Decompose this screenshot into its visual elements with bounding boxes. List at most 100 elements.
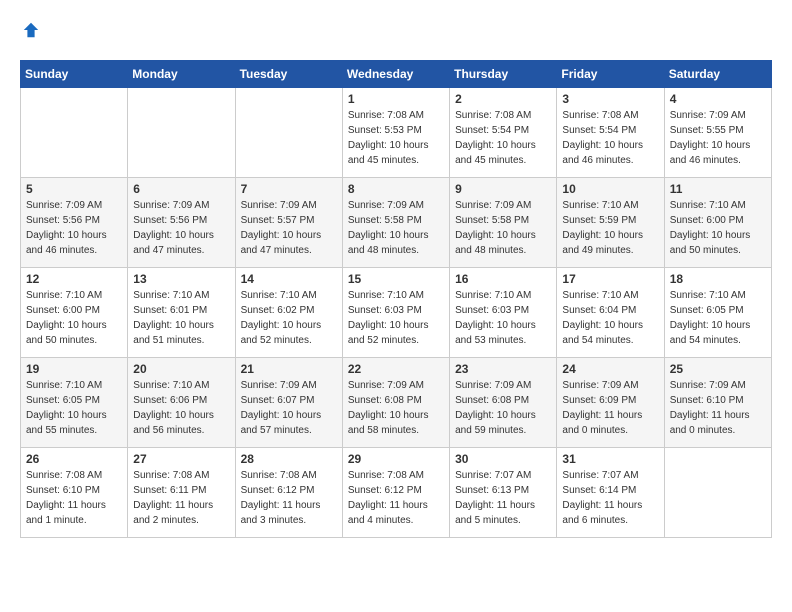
calendar-cell: 8 Sunrise: 7:09 AM Sunset: 5:58 PM Daylig…	[342, 178, 449, 268]
calendar-cell: 16Sunrise: 7:10 AM Sunset: 6:03 PM Dayli…	[450, 268, 557, 358]
calendar-cell: 9Sunrise: 7:09 AM Sunset: 5:58 PM Daylig…	[450, 178, 557, 268]
calendar-cell: 3 Sunrise: 7:08 AM Sunset: 5:54 PM Daylig…	[557, 88, 664, 178]
day-number: 19	[26, 362, 122, 376]
calendar-cell: 7 Sunrise: 7:09 AM Sunset: 5:57 PM Daylig…	[235, 178, 342, 268]
day-number: 22	[348, 362, 444, 376]
calendar-cell: 30Sunrise: 7:07 AM Sunset: 6:13 PM Dayli…	[450, 448, 557, 538]
day-info: Sunrise: 7:09 AM Sunset: 5:56 PM Dayligh…	[133, 198, 229, 258]
day-info: Sunrise: 7:10 AM Sunset: 6:03 PM Dayligh…	[348, 288, 444, 348]
calendar-table: SundayMondayTuesdayWednesdayThursdayFrid…	[20, 60, 772, 538]
day-number: 15	[348, 272, 444, 286]
day-info: Sunrise: 7:09 AM Sunset: 6:10 PM Dayligh…	[670, 378, 766, 438]
day-number: 14	[241, 272, 337, 286]
calendar-cell: 11 Sunrise: 7:10 AM Sunset: 6:00 PM Dayli…	[664, 178, 771, 268]
day-number: 2	[455, 92, 551, 106]
day-number: 31	[562, 452, 658, 466]
calendar-cell: 24 Sunrise: 7:09 AM Sunset: 6:09 PM Dayli…	[557, 358, 664, 448]
day-info: Sunrise: 7:10 AM Sunset: 6:00 PM Dayligh…	[670, 198, 766, 258]
calendar-cell: 31 Sunrise: 7:07 AM Sunset: 6:14 PM Dayli…	[557, 448, 664, 538]
calendar-cell: 23 Sunrise: 7:09 AM Sunset: 6:08 PM Dayli…	[450, 358, 557, 448]
day-info: Sunrise: 7:08 AM Sunset: 6:11 PM Dayligh…	[133, 468, 229, 528]
day-number: 6	[133, 182, 229, 196]
calendar-cell: 21 Sunrise: 7:09 AM Sunset: 6:07 PM Dayli…	[235, 358, 342, 448]
day-info: Sunrise: 7:10 AM Sunset: 6:05 PM Dayligh…	[26, 378, 122, 438]
calendar-cell: 13 Sunrise: 7:10 AM Sunset: 6:01 PM Dayli…	[128, 268, 235, 358]
day-info: Sunrise: 7:07 AM Sunset: 6:14 PM Dayligh…	[562, 468, 658, 528]
header-saturday: Saturday	[664, 61, 771, 88]
calendar-cell: 28 Sunrise: 7:08 AM Sunset: 6:12 PM Dayli…	[235, 448, 342, 538]
day-info: Sunrise: 7:08 AM Sunset: 6:12 PM Dayligh…	[241, 468, 337, 528]
week-row-3: 12 Sunrise: 7:10 AM Sunset: 6:00 PM Dayli…	[21, 268, 772, 358]
day-info: Sunrise: 7:09 AM Sunset: 5:55 PM Dayligh…	[670, 108, 766, 168]
day-number: 5	[26, 182, 122, 196]
day-info: Sunrise: 7:10 AM Sunset: 6:02 PM Dayligh…	[241, 288, 337, 348]
calendar-cell: 14 Sunrise: 7:10 AM Sunset: 6:02 PM Dayli…	[235, 268, 342, 358]
day-number: 12	[26, 272, 122, 286]
day-info: Sunrise: 7:10 AM Sunset: 6:00 PM Dayligh…	[26, 288, 122, 348]
calendar-cell: 6 Sunrise: 7:09 AM Sunset: 5:56 PM Daylig…	[128, 178, 235, 268]
day-number: 4	[670, 92, 766, 106]
week-row-1: 1 Sunrise: 7:08 AM Sunset: 5:53 PM Daylig…	[21, 88, 772, 178]
header-monday: Monday	[128, 61, 235, 88]
day-number: 27	[133, 452, 229, 466]
header-wednesday: Wednesday	[342, 61, 449, 88]
calendar-cell: 17 Sunrise: 7:10 AM Sunset: 6:04 PM Dayli…	[557, 268, 664, 358]
day-info: Sunrise: 7:10 AM Sunset: 6:01 PM Dayligh…	[133, 288, 229, 348]
calendar-cell	[664, 448, 771, 538]
day-info: Sunrise: 7:08 AM Sunset: 6:10 PM Dayligh…	[26, 468, 122, 528]
day-info: Sunrise: 7:08 AM Sunset: 5:54 PM Dayligh…	[455, 108, 551, 168]
day-number: 3	[562, 92, 658, 106]
day-info: Sunrise: 7:10 AM Sunset: 5:59 PM Dayligh…	[562, 198, 658, 258]
day-number: 7	[241, 182, 337, 196]
header-thursday: Thursday	[450, 61, 557, 88]
day-number: 18	[670, 272, 766, 286]
day-number: 23	[455, 362, 551, 376]
calendar-cell: 27 Sunrise: 7:08 AM Sunset: 6:11 PM Dayli…	[128, 448, 235, 538]
calendar-cell: 18 Sunrise: 7:10 AM Sunset: 6:05 PM Dayli…	[664, 268, 771, 358]
calendar-cell: 26 Sunrise: 7:08 AM Sunset: 6:10 PM Dayli…	[21, 448, 128, 538]
calendar-cell	[21, 88, 128, 178]
week-row-5: 26 Sunrise: 7:08 AM Sunset: 6:10 PM Dayli…	[21, 448, 772, 538]
day-number: 8	[348, 182, 444, 196]
day-info: Sunrise: 7:10 AM Sunset: 6:04 PM Dayligh…	[562, 288, 658, 348]
logo-icon	[22, 21, 40, 39]
calendar-cell: 10 Sunrise: 7:10 AM Sunset: 5:59 PM Dayli…	[557, 178, 664, 268]
day-info: Sunrise: 7:08 AM Sunset: 5:53 PM Dayligh…	[348, 108, 444, 168]
day-info: Sunrise: 7:09 AM Sunset: 5:57 PM Dayligh…	[241, 198, 337, 258]
day-number: 20	[133, 362, 229, 376]
calendar-cell: 12 Sunrise: 7:10 AM Sunset: 6:00 PM Dayli…	[21, 268, 128, 358]
page-header	[20, 20, 772, 44]
calendar-cell: 22 Sunrise: 7:09 AM Sunset: 6:08 PM Dayli…	[342, 358, 449, 448]
day-number: 13	[133, 272, 229, 286]
day-number: 16	[455, 272, 551, 286]
day-number: 26	[26, 452, 122, 466]
day-info: Sunrise: 7:09 AM Sunset: 5:58 PM Dayligh…	[455, 198, 551, 258]
week-row-2: 5 Sunrise: 7:09 AM Sunset: 5:56 PM Daylig…	[21, 178, 772, 268]
day-info: Sunrise: 7:09 AM Sunset: 6:09 PM Dayligh…	[562, 378, 658, 438]
day-number: 1	[348, 92, 444, 106]
day-number: 17	[562, 272, 658, 286]
day-info: Sunrise: 7:09 AM Sunset: 5:58 PM Dayligh…	[348, 198, 444, 258]
day-number: 28	[241, 452, 337, 466]
day-number: 24	[562, 362, 658, 376]
day-info: Sunrise: 7:10 AM Sunset: 6:05 PM Dayligh…	[670, 288, 766, 348]
calendar-cell: 1 Sunrise: 7:08 AM Sunset: 5:53 PM Daylig…	[342, 88, 449, 178]
day-info: Sunrise: 7:09 AM Sunset: 5:56 PM Dayligh…	[26, 198, 122, 258]
day-info: Sunrise: 7:09 AM Sunset: 6:08 PM Dayligh…	[455, 378, 551, 438]
calendar-cell: 19 Sunrise: 7:10 AM Sunset: 6:05 PM Dayli…	[21, 358, 128, 448]
day-info: Sunrise: 7:09 AM Sunset: 6:08 PM Dayligh…	[348, 378, 444, 438]
calendar-cell: 25Sunrise: 7:09 AM Sunset: 6:10 PM Dayli…	[664, 358, 771, 448]
day-info: Sunrise: 7:08 AM Sunset: 5:54 PM Dayligh…	[562, 108, 658, 168]
calendar-cell: 5 Sunrise: 7:09 AM Sunset: 5:56 PM Daylig…	[21, 178, 128, 268]
day-number: 21	[241, 362, 337, 376]
week-row-4: 19 Sunrise: 7:10 AM Sunset: 6:05 PM Dayli…	[21, 358, 772, 448]
day-number: 11	[670, 182, 766, 196]
header-sunday: Sunday	[21, 61, 128, 88]
calendar-cell: 29Sunrise: 7:08 AM Sunset: 6:12 PM Dayli…	[342, 448, 449, 538]
header-friday: Friday	[557, 61, 664, 88]
day-info: Sunrise: 7:09 AM Sunset: 6:07 PM Dayligh…	[241, 378, 337, 438]
calendar-cell: 15 Sunrise: 7:10 AM Sunset: 6:03 PM Dayli…	[342, 268, 449, 358]
day-number: 10	[562, 182, 658, 196]
calendar-cell: 2 Sunrise: 7:08 AM Sunset: 5:54 PM Daylig…	[450, 88, 557, 178]
day-number: 29	[348, 452, 444, 466]
